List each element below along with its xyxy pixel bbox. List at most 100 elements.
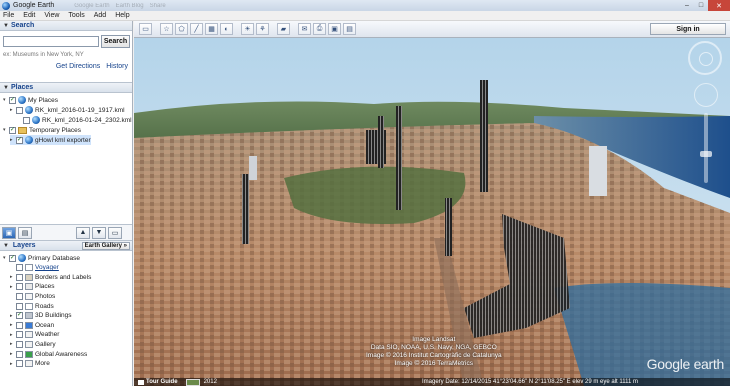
layers-item[interactable]: Voyager (10, 263, 59, 273)
globe-icon (25, 136, 33, 144)
layers-item[interactable]: ▾ ✓ Primary Database (3, 253, 80, 263)
search-panel-header[interactable]: ▼ Search (0, 21, 132, 31)
layers-item-label: 3D Buildings (35, 312, 72, 320)
maximize-button[interactable]: □ (694, 0, 708, 11)
globe-icon (18, 254, 26, 262)
credit-line: Image Landsat (412, 336, 456, 343)
add-content-button[interactable]: ▭ (108, 226, 122, 239)
historical-imagery-icon[interactable]: ☀ (241, 23, 254, 35)
layers-item-label: Roads (35, 302, 54, 310)
checkbox[interactable]: ✓ (9, 126, 16, 134)
awareness-icon (25, 350, 33, 358)
history-link[interactable]: History (106, 63, 128, 70)
close-button[interactable]: ✕ (708, 0, 730, 11)
print-icon[interactable]: ⎙ (313, 23, 326, 35)
checkbox[interactable] (16, 264, 23, 272)
layers-item[interactable]: ▸ Global Awareness (10, 349, 87, 359)
checkbox[interactable] (16, 302, 23, 310)
email-icon[interactable]: ✉ (298, 23, 311, 35)
save-image-icon[interactable]: ▣ (328, 23, 341, 35)
sign-in-button[interactable]: Sign in (650, 23, 726, 35)
checkbox[interactable] (16, 340, 23, 348)
layers-item-label: Ocean (35, 321, 55, 329)
places-item[interactable]: RK_kml_2016-01-24_2302.kml (17, 115, 132, 125)
checkbox[interactable]: ✓ (9, 254, 16, 262)
globe-icon (32, 116, 40, 124)
sidebar-toggle-button[interactable]: ▤ (18, 226, 32, 239)
places-tree: ▾ ✓ My Places ▸ RK_kml_2016-01-19_1917.kml RK… (0, 93, 132, 225)
layers-item-label: Photos (35, 292, 56, 300)
places-icon (25, 283, 33, 291)
checkbox[interactable]: ✓ (16, 312, 23, 320)
add-placemark-icon[interactable]: ☆ (160, 23, 173, 35)
voyager-icon (25, 264, 33, 272)
menu-add[interactable]: Add (94, 12, 106, 19)
checkbox[interactable] (16, 292, 23, 300)
checkbox[interactable] (23, 116, 30, 124)
sidebar-toggle-icon[interactable]: ▭ (139, 23, 152, 35)
search-input[interactable] (3, 36, 99, 47)
checkbox[interactable]: ✓ (16, 136, 23, 144)
places-item[interactable]: ▸ ✓ gHowl kml exporter (10, 135, 91, 145)
menu-help[interactable]: Help (115, 12, 129, 19)
add-path-icon[interactable]: ╱ (190, 23, 203, 35)
checkbox[interactable] (16, 106, 23, 114)
more-icon (25, 360, 33, 368)
record-tour-icon[interactable]: ◐ (220, 23, 233, 35)
checkbox[interactable]: ✓ (9, 96, 16, 104)
add-polygon-icon[interactable]: ⬠ (175, 23, 188, 35)
places-item[interactable]: ▾ ✓ Temporary Places (3, 125, 81, 135)
ocean-icon (25, 321, 33, 329)
collapse-icon: ▼ (3, 243, 9, 249)
layers-item[interactable]: ▸ Weather (10, 330, 59, 340)
menu-tools[interactable]: Tools (68, 12, 84, 19)
credit-line: Image © 2016 Institut Cartogràfic de Cat… (366, 352, 502, 359)
checkbox[interactable] (16, 360, 23, 368)
move-up-button[interactable]: ▲ (76, 226, 90, 239)
checkbox[interactable] (16, 350, 23, 358)
image-overlay-icon[interactable]: ▦ (205, 23, 218, 35)
zoom-slider[interactable] (704, 113, 708, 183)
layers-item[interactable]: ▸ Ocean (10, 320, 54, 330)
map-toolbar: ▭ ☆ ⬠ ╱ ▦ ◐ ☀ ⚘ ▰ ✉ ⎙ ▣ ▤ Sign in (134, 21, 730, 38)
map-view[interactable]: ▭ ☆ ⬠ ╱ ▦ ◐ ☀ ⚘ ▰ ✉ ⎙ ▣ ▤ Sign in Image … (134, 21, 730, 386)
checkbox[interactable] (16, 331, 23, 339)
places-item-label: My Places (28, 96, 58, 104)
layers-item[interactable]: ▸ Places (10, 282, 55, 292)
checkbox[interactable] (16, 273, 23, 281)
layers-item[interactable]: Roads (10, 301, 54, 311)
layers-item[interactable]: ▸ Gallery (10, 339, 56, 349)
layers-item[interactable]: ▸ Borders and Labels (10, 272, 91, 282)
earth-gallery-button[interactable]: Earth Gallery » (81, 241, 130, 250)
move-control[interactable] (694, 83, 718, 107)
places-item[interactable]: ▾ ✓ My Places (3, 95, 58, 105)
get-directions-link[interactable]: Get Directions (56, 63, 100, 70)
menu-file[interactable]: File (3, 12, 14, 19)
checkbox[interactable] (16, 283, 23, 291)
earth-3d-view[interactable] (134, 38, 730, 386)
layers-item[interactable]: ▸ ✓ 3D Buildings (10, 311, 72, 321)
layers-item-label: Voyager (35, 264, 59, 272)
layers-item-label: More (35, 360, 50, 368)
minimize-button[interactable]: – (680, 0, 694, 11)
places-panel-header[interactable]: ▼ Places (0, 83, 132, 93)
menu-view[interactable]: View (44, 12, 59, 19)
move-down-button[interactable]: ▼ (92, 226, 106, 239)
look-around-control[interactable] (688, 41, 722, 75)
folder-icon (18, 126, 27, 134)
sunlight-icon[interactable]: ⚘ (256, 23, 269, 35)
menu-edit[interactable]: Edit (23, 12, 35, 19)
layers-panel-header[interactable]: ▼ Layers Earth Gallery » (0, 241, 132, 251)
tour-thumbnail[interactable] (185, 378, 200, 386)
places-item[interactable]: ▸ RK_kml_2016-01-19_1917.kml (10, 105, 125, 115)
tour-guide-button[interactable]: Tour Guide (138, 379, 178, 385)
maps-icon[interactable]: ▤ (343, 23, 356, 35)
checkbox[interactable] (16, 321, 23, 329)
search-toggle-button[interactable]: ▣ (2, 226, 16, 239)
layers-item-label: Gallery (35, 340, 56, 348)
planets-icon[interactable]: ▰ (277, 23, 290, 35)
search-button[interactable]: Search (101, 35, 130, 48)
zoom-slider-handle[interactable] (700, 151, 712, 157)
layers-item[interactable]: Photos (10, 291, 55, 301)
layers-item[interactable]: ▸ More (10, 359, 50, 369)
